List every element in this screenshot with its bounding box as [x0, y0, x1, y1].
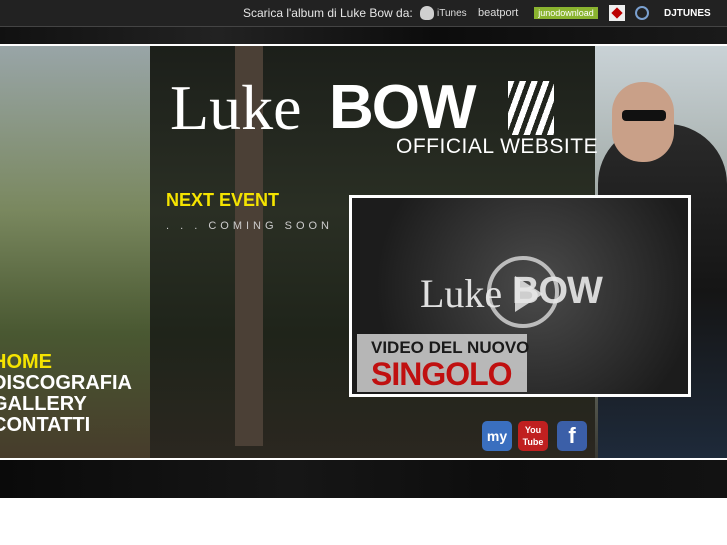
junodownload-label: junodownload — [538, 8, 594, 18]
apple-icon — [420, 6, 434, 20]
download-prompt: Scarica l'album di Luke Bow da: — [243, 6, 413, 20]
video-caption-line2: SINGOLO — [371, 356, 513, 392]
store-icon-link-2[interactable] — [635, 5, 653, 21]
decorative-strip-top — [0, 27, 727, 44]
myspace-label: my — [486, 428, 508, 444]
beatport-label: beatport — [478, 7, 519, 19]
ring-icon — [635, 6, 649, 20]
next-event-title: NEXT EVENT — [166, 190, 280, 210]
decorative-strip-bottom — [0, 460, 727, 498]
video-caption: VIDEO DEL NUOVO SINGOLO — [357, 334, 530, 392]
itunes-link[interactable]: iTunes — [420, 4, 470, 22]
logo-official-website: OFFICIAL WEBSITE — [396, 135, 599, 158]
nav-item-home[interactable]: HOME — [0, 352, 132, 373]
video-player[interactable]: Luke BOW VIDEO DEL NUOVO SINGOLO — [349, 195, 691, 397]
facebook-label: f — [568, 423, 576, 448]
djtunes-link[interactable]: DJTUNES — [664, 4, 714, 22]
nav-item-contatti[interactable]: CONTATTI — [0, 415, 132, 436]
nav-item-gallery[interactable]: GALLERY — [0, 394, 132, 415]
play-button[interactable] — [487, 256, 559, 328]
artist-face — [612, 82, 674, 162]
itunes-label: iTunes — [437, 7, 467, 19]
nav-item-discografia[interactable]: DISCOGRAFIA — [0, 373, 132, 394]
djtunes-label: DJTUNES — [664, 7, 711, 19]
store-icon-link[interactable] — [609, 5, 625, 21]
facebook-icon[interactable]: f — [557, 421, 587, 451]
youtube-label-line1: You — [524, 425, 542, 435]
logo-slashes — [508, 81, 554, 135]
junodownload-link[interactable]: junodownload — [534, 7, 598, 19]
top-bar: Scarica l'album di Luke Bow da: iTunes b… — [0, 0, 727, 27]
logo-bow: BOW — [329, 73, 477, 142]
sunglasses — [622, 110, 666, 121]
myspace-icon[interactable]: my — [482, 421, 512, 451]
beatport-link[interactable]: beatport — [478, 4, 526, 22]
logo-luke: Luke — [170, 72, 302, 143]
diamond-icon — [611, 7, 623, 19]
coming-soon-text: . . . COMING SOON — [166, 220, 334, 232]
youtube-icon[interactable]: You Tube — [518, 421, 548, 451]
main-nav: HOME DISCOGRAFIA GALLERY CONTATTI — [0, 352, 132, 436]
video-caption-line1: VIDEO DEL NUOVO — [371, 338, 530, 357]
play-icon — [515, 276, 543, 312]
youtube-label-line2: Tube — [522, 437, 544, 447]
